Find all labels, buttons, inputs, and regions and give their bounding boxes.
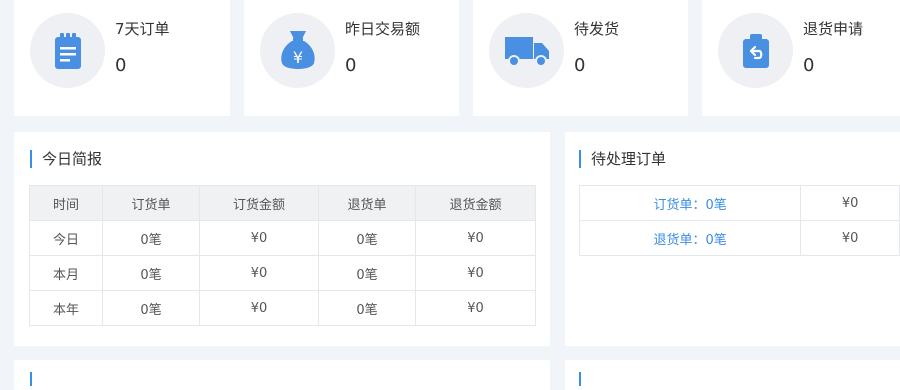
table-cell: 本月 [29, 255, 103, 291]
bottom-left-panel [14, 360, 550, 390]
stat-icon-bg [489, 13, 564, 88]
truck-icon [504, 36, 549, 67]
stat-label: 退货申请 [803, 20, 864, 38]
stat-value: 0 [574, 55, 586, 76]
table-cell: 0笔 [102, 290, 200, 326]
column-header: 退货金额 [415, 185, 536, 221]
pending-return-link[interactable]: 退货单：0笔 [578, 220, 802, 256]
table-row: 本月 0笔 ¥0 0笔 ¥0 [29, 255, 536, 291]
stat-icon-bg [718, 13, 793, 88]
table-cell: 0笔 [102, 220, 200, 256]
return-box-icon [742, 33, 769, 68]
table-row: 本年 0笔 ¥0 0笔 ¥0 [29, 290, 536, 326]
table-cell: ¥0 [199, 255, 319, 291]
column-header: 订货金额 [199, 185, 319, 221]
pending-order-link[interactable]: 订货单：0笔 [578, 185, 802, 221]
stat-label: 7天订单 [115, 20, 170, 38]
stat-card-yesterday-turnover[interactable]: ¥ 昨日交易额 0 [244, 0, 459, 116]
table-cell: ¥0 [415, 290, 536, 326]
table-cell: 0笔 [318, 255, 416, 291]
stat-value: 0 [115, 55, 127, 76]
pending-orders-title: 待处理订单 [579, 150, 666, 168]
stat-card-7day-orders[interactable]: 7天订单 0 [14, 0, 230, 116]
clipboard-icon [54, 32, 81, 69]
table-cell: 0笔 [318, 220, 416, 256]
stat-icon-bg [30, 13, 105, 88]
table-cell: 今日 [29, 220, 103, 256]
table-row: 退货单：0笔 ¥0 [578, 220, 900, 256]
stat-card-return-requests[interactable]: 退货申请 0 [702, 0, 900, 116]
today-brief-title: 今日简报 [30, 150, 102, 168]
pending-order-amount: ¥0 [800, 185, 900, 221]
column-header: 退货单 [318, 185, 416, 221]
today-brief-table: 时间 订货单 订货金额 退货单 退货金额 今日 0笔 ¥0 0笔 ¥0 本月 0… [29, 185, 536, 326]
table-row: 今日 0笔 ¥0 0笔 ¥0 [29, 220, 536, 256]
table-cell: 本年 [29, 290, 103, 326]
bottom-right-panel [565, 360, 900, 390]
column-header: 订货单 [102, 185, 200, 221]
table-cell: ¥0 [415, 255, 536, 291]
money-bag-icon: ¥ [280, 30, 315, 69]
column-header: 时间 [29, 185, 103, 221]
svg-text:¥: ¥ [292, 48, 302, 67]
table-cell: ¥0 [415, 220, 536, 256]
table-header-row: 时间 订货单 订货金额 退货单 退货金额 [29, 185, 536, 221]
stat-card-pending-shipment[interactable]: 待发货 0 [473, 0, 688, 116]
panel-title-marker [30, 372, 32, 386]
stat-label: 待发货 [574, 20, 620, 38]
pending-orders-table: 订货单：0笔 ¥0 退货单：0笔 ¥0 [578, 185, 900, 256]
stat-value: 0 [345, 55, 357, 76]
table-cell: 0笔 [318, 290, 416, 326]
table-row: 订货单：0笔 ¥0 [578, 185, 900, 221]
stat-label: 昨日交易额 [345, 20, 421, 38]
table-cell: ¥0 [199, 290, 319, 326]
stat-value: 0 [803, 55, 815, 76]
table-cell: ¥0 [199, 220, 319, 256]
table-cell: 0笔 [102, 255, 200, 291]
panel-title-marker [579, 372, 581, 386]
stat-icon-bg: ¥ [260, 13, 335, 88]
pending-return-amount: ¥0 [800, 220, 900, 256]
